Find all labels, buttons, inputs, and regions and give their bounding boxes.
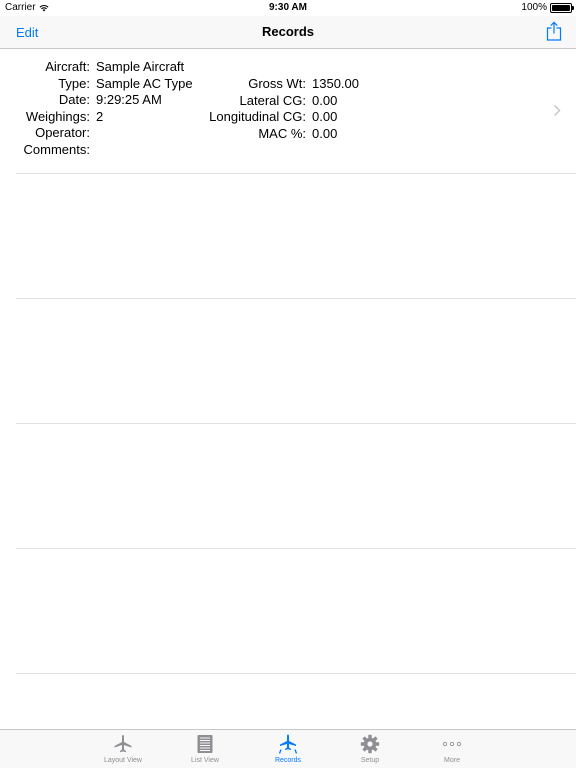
record-left-values: Sample Aircraft Sample AC Type 9:29:25 A… — [96, 59, 193, 125]
tab-label: Layout View — [103, 757, 142, 764]
aircraft-label: Aircraft: — [45, 59, 90, 74]
record-right-values: 1350.00 0.00 0.00 0.00 — [312, 76, 359, 142]
gear-icon — [360, 734, 380, 754]
tab-records[interactable]: Records — [253, 730, 323, 768]
tab-setup[interactable]: Setup — [335, 730, 405, 768]
tab-label: Records — [274, 757, 302, 764]
battery-icon — [550, 2, 574, 13]
status-bar: Carrier 9:30 AM 100% — [0, 0, 576, 16]
tab-more[interactable]: More — [417, 730, 487, 768]
lateral-cg-label: Lateral CG: — [239, 92, 306, 108]
date-label: Date: — [58, 92, 90, 107]
clock: 9:30 AM — [269, 2, 307, 13]
tab-label: List View — [191, 757, 219, 764]
battery-percent: 100% — [521, 2, 547, 13]
tab-bar: Layout View List View Records Setup More — [0, 729, 576, 768]
mac-percent-value: 0.00 — [312, 125, 338, 141]
comments-label: Comments: — [23, 141, 90, 157]
weighings-value: 2 — [96, 108, 104, 124]
aircraft-value: Sample Aircraft — [96, 59, 185, 74]
type-label: Type: — [58, 75, 90, 91]
weighings-label: Weighings: — [25, 108, 90, 124]
date-value: 9:29:25 AM — [96, 92, 162, 107]
chevron-right-icon — [553, 104, 561, 117]
share-icon[interactable] — [546, 21, 562, 41]
lateral-cg-value: 0.00 — [312, 92, 338, 108]
operator-label: Operator: — [35, 125, 90, 140]
airplane-icon — [114, 735, 132, 753]
record-row[interactable]: Aircraft: Type: Date: Weighings: Operato… — [16, 49, 576, 174]
page-title: Records — [261, 24, 315, 39]
longitudinal-cg-label: Longitudinal CG: — [209, 109, 306, 124]
tab-layout-view[interactable]: Layout View — [88, 730, 158, 768]
more-icon — [442, 741, 462, 747]
tab-list-view[interactable]: List View — [170, 730, 240, 768]
empty-row — [16, 424, 576, 549]
gross-wt-label: Gross Wt: — [248, 76, 306, 91]
type-value: Sample AC Type — [96, 75, 193, 91]
records-icon — [278, 734, 298, 754]
empty-row — [16, 174, 576, 299]
tab-label: Setup — [360, 757, 380, 764]
gross-wt-value: 1350.00 — [312, 76, 359, 91]
empty-row — [16, 299, 576, 424]
tab-label: More — [444, 757, 460, 764]
list-icon — [197, 735, 213, 753]
empty-row — [16, 549, 576, 674]
record-right-labels: Gross Wt: Lateral CG: Longitudinal CG: M… — [191, 76, 306, 142]
navigation-bar: Edit Records — [0, 16, 576, 49]
mac-percent-label: MAC %: — [258, 125, 306, 141]
longitudinal-cg-value: 0.00 — [312, 109, 338, 124]
record-left-labels: Aircraft: Type: Date: Weighings: Operato… — [16, 59, 90, 158]
battery: 100% — [521, 2, 574, 13]
